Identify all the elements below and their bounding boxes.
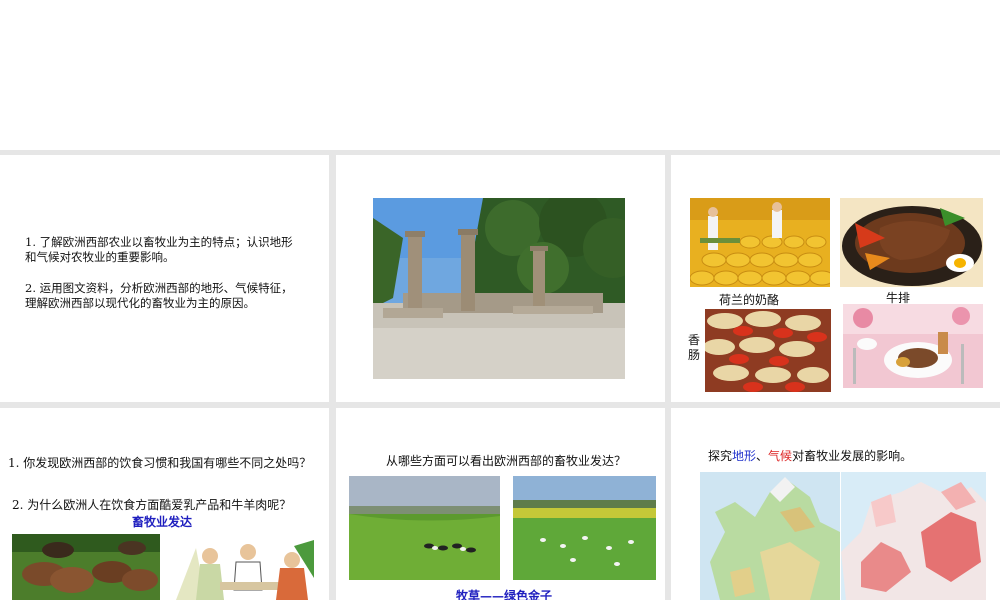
- steak-photo: [840, 198, 983, 287]
- objective-2-line-2: 理解欧洲西部以现代化的畜牧业为主的原因。: [25, 296, 255, 310]
- objective-2-line-1: 2. 运用图文资料，分析欧洲西部的地形、气候特征，: [25, 281, 293, 295]
- pasture-question: 从哪些方面可以看出欧洲西部的畜牧业发达？: [386, 454, 627, 468]
- cattle-photo: [12, 534, 160, 600]
- cheese-market-photo: [690, 198, 830, 287]
- slide-6-explore[interactable]: 探究地形、气候对畜牧业发展的影响。: [671, 408, 1000, 600]
- objective-1-line-2: 和气候对农牧业的重要影响。: [25, 250, 175, 264]
- slide-4-diet-questions[interactable]: 1. 你发现欧洲西部的饮食习惯和我国有哪些不同之处吗？ 2. 为什么欧洲人在饮食…: [0, 408, 329, 600]
- europe-climate-map: [841, 472, 986, 600]
- family-meal-illustration: [176, 538, 314, 600]
- sausage-caption-char-1: 香: [688, 333, 701, 347]
- cheese-caption: 荷兰的奶酪: [719, 293, 780, 307]
- objective-1: 1. 了解欧洲西部农业以畜牧业为主的特点；认识地形 和气候对农牧业的重要影响。: [25, 235, 293, 265]
- sausage-caption-char-2: 肠: [688, 348, 701, 362]
- objective-1-line-1: 1. 了解欧洲西部农业以畜牧业为主的特点；认识地形: [25, 235, 293, 249]
- pasture-cattle-photo: [349, 476, 500, 580]
- europe-terrain-map: [700, 472, 840, 600]
- pasture-caption: 牧草——绿色金子: [456, 589, 553, 600]
- diet-question-2: 2. 为什么欧洲人在饮食方面酷爱乳产品和牛羊肉呢？: [12, 498, 292, 512]
- diet-question-1: 1. 你发现欧洲西部的饮食习惯和我国有哪些不同之处吗？: [8, 456, 312, 470]
- slide-1-objectives[interactable]: 1. 了解欧洲西部农业以畜牧业为主的特点；认识地形 和气候对农牧业的重要影响。 …: [0, 155, 329, 402]
- explore-suffix: 对畜牧业发展的影响。: [792, 449, 913, 463]
- slide-5-pasture[interactable]: 从哪些方面可以看出欧洲西部的畜牧业发达？ 牧草——绿色金子: [336, 408, 665, 600]
- explore-terrain-highlight: 地形: [732, 449, 757, 463]
- explore-climate-highlight: 气候: [768, 449, 793, 463]
- objective-2: 2. 运用图文资料，分析欧洲西部的地形、气候特征， 理解欧洲西部以现代化的畜牧业…: [25, 281, 293, 311]
- pasture-sheep-photo: [513, 476, 656, 580]
- answer-livestock-developed: 畜牧业发达: [132, 515, 193, 529]
- sausage-caption: 香 肠: [688, 333, 700, 363]
- slide-3-foods[interactable]: 荷兰的奶酪 牛排 香 肠: [671, 155, 1000, 402]
- sausage-photo: [705, 309, 831, 392]
- explore-heading: 探究地形、气候对畜牧业发展的影响。: [708, 449, 912, 464]
- explore-separator: 、: [756, 449, 769, 463]
- greek-ruins-photo: [373, 198, 625, 379]
- explore-prefix: 探究: [708, 449, 733, 463]
- slide-2-ruins-photo[interactable]: [336, 155, 665, 402]
- dinner-table-photo: [843, 304, 983, 388]
